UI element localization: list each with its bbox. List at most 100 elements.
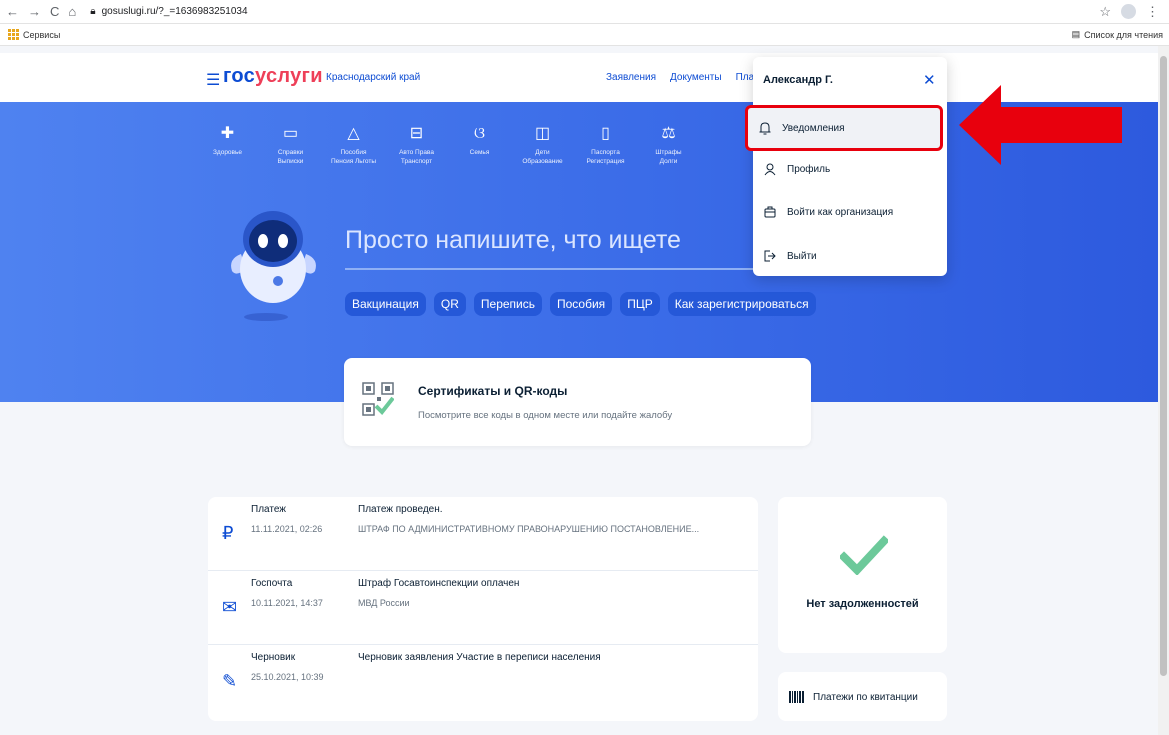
- hand-icon: △: [347, 125, 360, 142]
- lock-icon: 🔒︎: [90, 6, 96, 17]
- reading-list-icon: ▤: [1071, 29, 1081, 39]
- user-name: Александр Г.: [763, 74, 833, 86]
- logo-part2: услуги: [255, 65, 323, 87]
- category-label: Штрафы Долги: [655, 149, 682, 165]
- category-passports[interactable]: ▯ Паспорта Регистрация: [574, 124, 637, 166]
- address-bar[interactable]: 🔒︎ gosuslugi.ru/?_=1636983251034: [90, 6, 247, 17]
- menu-item-notifications[interactable]: Уведомления: [745, 105, 943, 151]
- reading-list-label: Список для чтения: [1084, 29, 1163, 40]
- red-arrow-annotation: [959, 85, 1122, 165]
- menu-icon[interactable]: ⋮: [1146, 4, 1159, 20]
- page-scrollbar[interactable]: [1158, 46, 1169, 735]
- category-certificates[interactable]: ▭ Справки Выписки: [259, 124, 322, 166]
- category-family[interactable]: ଓ Семья: [448, 124, 511, 166]
- category-fines[interactable]: ⚖ Штрафы Долги: [637, 124, 700, 166]
- menu-item-logout[interactable]: Выйти: [753, 236, 947, 276]
- category-label: Семья: [469, 149, 490, 156]
- menu-item-profile[interactable]: Профиль: [753, 149, 947, 189]
- chip-census[interactable]: Перепись: [473, 292, 542, 316]
- chip-benefits[interactable]: Пособия: [550, 292, 613, 316]
- menu-item-organization[interactable]: Войти как организация: [753, 192, 947, 232]
- robot-assistant-icon[interactable]: [226, 199, 321, 324]
- chip-register[interactable]: Как зарегистрироваться: [667, 292, 816, 316]
- receipt-payments-label: Платежи по квитанции: [813, 692, 918, 703]
- feed-subtitle: МВД России: [358, 598, 410, 608]
- top-navigation: Заявления Документы Платеж: [606, 72, 771, 83]
- search-underline: [345, 268, 760, 270]
- feed-date: 25.10.2021, 10:39: [251, 672, 324, 682]
- reload-icon[interactable]: C: [50, 4, 59, 19]
- search-input[interactable]: Просто напишите, что ищете: [345, 226, 681, 255]
- chip-pcr[interactable]: ПЦР: [620, 292, 660, 316]
- region-selector[interactable]: Краснодарский край: [326, 72, 420, 83]
- apps-shortcut[interactable]: Сервисы: [8, 29, 60, 40]
- menu-item-label: Уведомления: [782, 122, 845, 134]
- menu-item-label: Войти как организация: [787, 206, 894, 218]
- debt-status-text: Нет задолженностей: [806, 598, 919, 610]
- category-label: Авто Права Транспорт: [399, 149, 434, 165]
- menu-item-label: Профиль: [787, 163, 831, 175]
- category-kids[interactable]: ◫ Дети Образование: [511, 124, 574, 166]
- profile-icon[interactable]: [1121, 4, 1136, 19]
- feed-headline: Черновик заявления Участие в переписи на…: [358, 652, 601, 663]
- certificates-subtitle: Посмотрите все коды в одном месте или по…: [418, 410, 673, 421]
- apps-label: Сервисы: [23, 29, 61, 40]
- bell-icon: [758, 121, 772, 135]
- category-health[interactable]: ✚ Здоровье: [196, 124, 259, 166]
- feed-item[interactable]: ✉ Госпочта 10.11.2021, 14:37 Штраф Госав…: [208, 571, 758, 645]
- feed-item[interactable]: ✎ Черновик 25.10.2021, 10:39 Черновик за…: [208, 645, 758, 719]
- category-label: Дети Образование: [522, 149, 563, 165]
- qr-code-icon: [362, 382, 394, 416]
- gosuslugi-logo[interactable]: госуслуги: [223, 65, 323, 88]
- plus-shield-icon: ✚: [220, 125, 235, 142]
- category-label: Справки Выписки: [277, 149, 304, 165]
- category-benefits[interactable]: △ Пособия Пенсия Льготы: [322, 124, 385, 166]
- certificates-card[interactable]: Сертификаты и QR-коды Посмотрите все код…: [344, 358, 811, 446]
- browser-nav: ← → C ⌂: [6, 4, 76, 19]
- logo-part1: гос: [223, 65, 256, 87]
- bookmarks-bar: Сервисы ▤ Список для чтения: [0, 24, 1169, 46]
- feed-kind: Платеж: [251, 504, 286, 515]
- ruble-icon: ₽: [222, 523, 234, 543]
- menu-item-label: Выйти: [787, 250, 817, 262]
- debt-status-card[interactable]: Нет задолженностей: [778, 497, 947, 653]
- passport-icon: ▯: [601, 125, 610, 142]
- car-icon: ⊟: [409, 125, 424, 142]
- certificates-title: Сертификаты и QR-коды: [418, 384, 568, 398]
- pencil-icon: ✎: [222, 671, 238, 691]
- logout-icon: [763, 250, 777, 262]
- stroller-icon: ଓ: [473, 125, 486, 142]
- forward-icon[interactable]: →: [28, 4, 41, 19]
- category-label: Пособия Пенсия Льготы: [330, 149, 377, 165]
- feed-subtitle: ШТРАФ ПО АДМИНИСТРАТИВНОМУ ПРАВОНАРУШЕНИ…: [358, 524, 700, 534]
- barcode-icon: [789, 691, 804, 703]
- quick-chips: Вакцинация QR Перепись Пособия ПЦР Как з…: [345, 292, 816, 316]
- feed-kind: Черновик: [251, 652, 296, 663]
- gavel-icon: ⚖: [661, 125, 676, 142]
- url-text: gosuslugi.ru/?_=1636983251034: [101, 6, 248, 17]
- nav-documents[interactable]: Документы: [670, 72, 722, 83]
- category-label: Паспорта Регистрация: [586, 149, 625, 165]
- folder-icon: ▭: [282, 125, 299, 142]
- apps-grid-icon: [8, 29, 19, 40]
- category-auto[interactable]: ⊟ Авто Права Транспорт: [385, 124, 448, 166]
- close-icon[interactable]: ✕: [923, 71, 936, 89]
- briefcase-icon: [763, 206, 777, 218]
- feed-item[interactable]: ₽ Платеж 11.11.2021, 02:26 Платеж провед…: [208, 497, 758, 571]
- browser-actions: ☆ ⋮: [1099, 4, 1159, 20]
- scrollbar-thumb[interactable]: [1160, 56, 1167, 676]
- home-icon[interactable]: ⌂: [68, 4, 76, 19]
- feed-date: 10.11.2021, 14:37: [251, 598, 323, 608]
- chip-vaccination[interactable]: Вакцинация: [345, 292, 426, 316]
- person-icon: [763, 163, 777, 176]
- category-bar: ✚ Здоровье ▭ Справки Выписки △ Пособия П…: [196, 124, 700, 166]
- receipt-payments-card[interactable]: Платежи по квитанции: [778, 672, 947, 721]
- reading-list[interactable]: ▤ Список для чтения: [1072, 29, 1163, 40]
- star-icon[interactable]: ☆: [1099, 4, 1111, 20]
- chip-qr[interactable]: QR: [433, 292, 466, 316]
- book-icon: ◫: [534, 125, 551, 142]
- burger-menu-icon[interactable]: ☰: [206, 70, 220, 90]
- feed-headline: Штраф Госавтоинспекции оплачен: [358, 578, 520, 589]
- nav-applications[interactable]: Заявления: [606, 72, 656, 83]
- back-icon[interactable]: ←: [6, 4, 19, 19]
